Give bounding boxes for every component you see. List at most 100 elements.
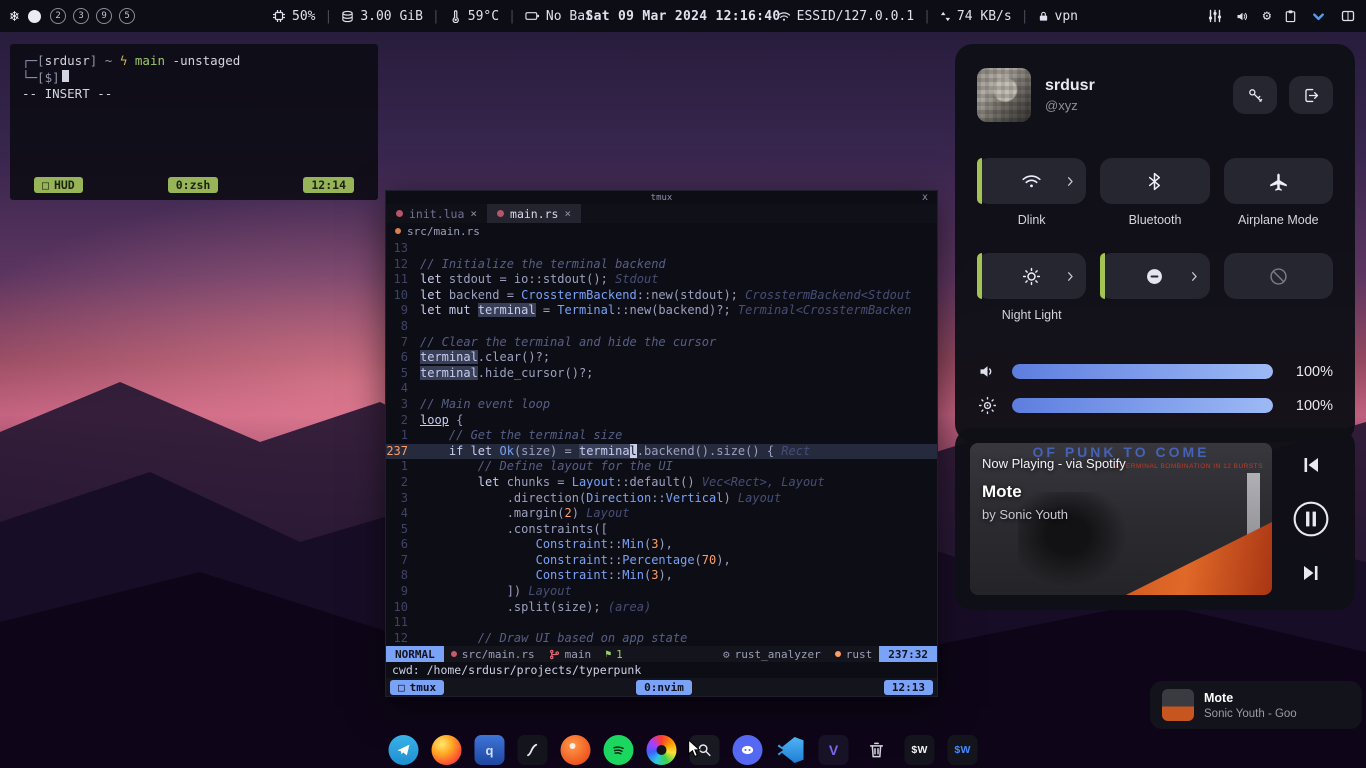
code-line[interactable]: 11let stdout = io::stdout(); Stdout xyxy=(386,272,937,288)
dock-icon-vscode[interactable] xyxy=(776,735,806,765)
code-line[interactable]: 8 Constraint::Min(3), xyxy=(386,568,937,584)
dock-icon-discord[interactable] xyxy=(733,735,763,765)
pause-button[interactable] xyxy=(1292,500,1330,538)
dock-icon-orange-app[interactable] xyxy=(561,735,591,765)
dock-icon-sw-white[interactable]: $W xyxy=(905,735,935,765)
dnd-toggle-button[interactable] xyxy=(1100,253,1209,299)
tmux-window-badge[interactable]: 0:nvim xyxy=(636,680,692,695)
nightlight-toggle-button[interactable] xyxy=(977,253,1086,299)
mixer-icon[interactable] xyxy=(1208,9,1222,23)
brightness-value: 100% xyxy=(1287,398,1333,414)
next-track-button[interactable] xyxy=(1299,561,1323,585)
clipboard-icon[interactable] xyxy=(1284,9,1297,23)
code-line[interactable]: 237 if let Ok(size) = terminal.backend()… xyxy=(386,444,937,460)
wifi-toggle-button[interactable] xyxy=(977,158,1086,204)
code-line[interactable]: 1 // Define layout for the UI xyxy=(386,459,937,475)
cpu-icon xyxy=(272,9,286,23)
workspace-9[interactable]: 9 xyxy=(96,8,112,24)
vpn-stat[interactable]: vpn xyxy=(1038,9,1078,24)
code-line[interactable]: 5terminal.hide_cursor()?; xyxy=(386,366,937,382)
code-line[interactable]: 4 xyxy=(386,381,937,397)
brightness-slider[interactable] xyxy=(1012,398,1273,413)
workspaces: 2395 xyxy=(50,8,135,24)
dock-icon-color-wheel-app[interactable] xyxy=(647,735,677,765)
code-line[interactable]: 11 xyxy=(386,615,937,631)
temp-stat: 59°C xyxy=(449,9,499,24)
settings-gear-icon[interactable]: ⚙ xyxy=(1263,9,1271,23)
tab-main-rs[interactable]: main.rs × xyxy=(487,204,581,223)
disabled-toggle-button[interactable] xyxy=(1224,253,1333,299)
code-line[interactable]: 7 Constraint::Percentage(70), xyxy=(386,553,937,569)
code-line[interactable]: 10 .split(size); (area) xyxy=(386,600,937,616)
file-segment: src/main.rs xyxy=(444,648,542,661)
code-line[interactable]: 3// Main event loop xyxy=(386,397,937,413)
dock-icon-terminal-app[interactable] xyxy=(518,735,548,765)
dock-icon-sw-blue[interactable]: $W xyxy=(948,735,978,765)
prompt-user: srdusr xyxy=(45,53,90,68)
previous-track-button[interactable] xyxy=(1299,453,1323,477)
wifi-stat[interactable]: ESSID/127.0.0.1 xyxy=(777,9,914,24)
dock-icon-qutebrowser[interactable]: q xyxy=(475,735,505,765)
wifi-icon xyxy=(777,11,791,22)
code-line[interactable]: 4 .margin(2) Layout xyxy=(386,506,937,522)
dock-icon-trash[interactable] xyxy=(862,735,892,765)
dock-icon-spotify[interactable] xyxy=(604,735,634,765)
code-line[interactable]: 12 // Draw UI based on app state xyxy=(386,631,937,647)
tmux-window[interactable]: tmux x init.lua × main.rs × src/main.rs … xyxy=(385,190,938,697)
volume-slider[interactable] xyxy=(1012,364,1273,379)
code-line[interactable]: 2 let chunks = Layout::default() Vec<Rec… xyxy=(386,475,937,491)
cpu-stat: 50% xyxy=(272,9,315,24)
window-close-button[interactable]: x xyxy=(922,192,928,203)
user-handle: @xyz xyxy=(1045,98,1095,113)
separator: | xyxy=(508,9,516,24)
vpn-value: vpn xyxy=(1055,9,1078,24)
layout-icon[interactable] xyxy=(1340,9,1356,23)
tmux-session-badge[interactable]: □tmux xyxy=(390,680,444,695)
code-line[interactable]: 6terminal.clear()?; xyxy=(386,350,937,366)
chevron-right-icon[interactable] xyxy=(1063,269,1078,284)
code-line[interactable]: 8 xyxy=(386,319,937,335)
code-line[interactable]: 13 xyxy=(386,241,937,257)
chevron-right-icon[interactable] xyxy=(1063,174,1078,189)
user-row: srdusr @xyz xyxy=(977,68,1333,122)
bluetooth-toggle-button[interactable] xyxy=(1100,158,1209,204)
code-line[interactable]: 12// Initialize the terminal backend xyxy=(386,257,937,273)
dock-icon-firefox[interactable] xyxy=(432,735,462,765)
code-line[interactable]: 10let backend = CrosstermBackend::new(st… xyxy=(386,288,937,304)
dock-icon-telegram[interactable] xyxy=(389,735,419,765)
launcher-icon[interactable]: ❄ xyxy=(10,7,19,25)
separator: | xyxy=(432,9,440,24)
code-area[interactable]: 1312// Initialize the terminal backend11… xyxy=(386,239,937,646)
speaker-icon[interactable] xyxy=(1235,9,1250,24)
tab-close-icon[interactable]: × xyxy=(470,207,477,220)
hud-session-badge[interactable]: □HUD xyxy=(34,177,83,193)
notification-body: Sonic Youth - Goo xyxy=(1204,708,1297,720)
workspace-5[interactable]: 5 xyxy=(119,8,135,24)
hud-window-badge[interactable]: 0:zsh xyxy=(168,177,219,193)
code-line[interactable]: 5 .constraints([ xyxy=(386,522,937,538)
logout-button[interactable] xyxy=(1289,76,1333,114)
media-notification[interactable]: Mote Sonic Youth - Goo xyxy=(1150,681,1362,729)
workspace-active[interactable] xyxy=(28,10,41,23)
code-line[interactable]: 2loop { xyxy=(386,413,937,429)
code-line[interactable]: 9let mut terminal = Terminal::new(backen… xyxy=(386,303,937,319)
tab-close-icon[interactable]: × xyxy=(564,207,571,220)
window-titlebar[interactable]: tmux x xyxy=(386,191,937,204)
tab-init-lua[interactable]: init.lua × xyxy=(386,204,487,223)
dock-icon-purple-v-app[interactable]: V xyxy=(819,735,849,765)
code-line[interactable]: 6 Constraint::Min(3), xyxy=(386,537,937,553)
code-line[interactable]: 9 ]) Layout xyxy=(386,584,937,600)
keys-button[interactable] xyxy=(1233,76,1277,114)
chevron-right-icon[interactable] xyxy=(1187,269,1202,284)
workspace-3[interactable]: 3 xyxy=(73,8,89,24)
code-line[interactable]: 7// Clear the terminal and hide the curs… xyxy=(386,335,937,351)
ram-stat: 3.00 GiB xyxy=(341,9,423,24)
workspace-2[interactable]: 2 xyxy=(50,8,66,24)
code-line[interactable]: 3 .direction(Direction::Vertical) Layout xyxy=(386,491,937,507)
speaker-icon xyxy=(977,361,998,382)
airplane-toggle-button[interactable] xyxy=(1224,158,1333,204)
chevron-down-icon[interactable] xyxy=(1310,9,1327,24)
clock[interactable]: Sat 09 Mar 2024 12:16:40 xyxy=(585,0,780,32)
code-line[interactable]: 1 // Get the terminal size xyxy=(386,428,937,444)
hud-terminal[interactable]: ┌─[srdusr] ~ ϟ main -unstaged └─[$] -- I… xyxy=(10,44,378,200)
